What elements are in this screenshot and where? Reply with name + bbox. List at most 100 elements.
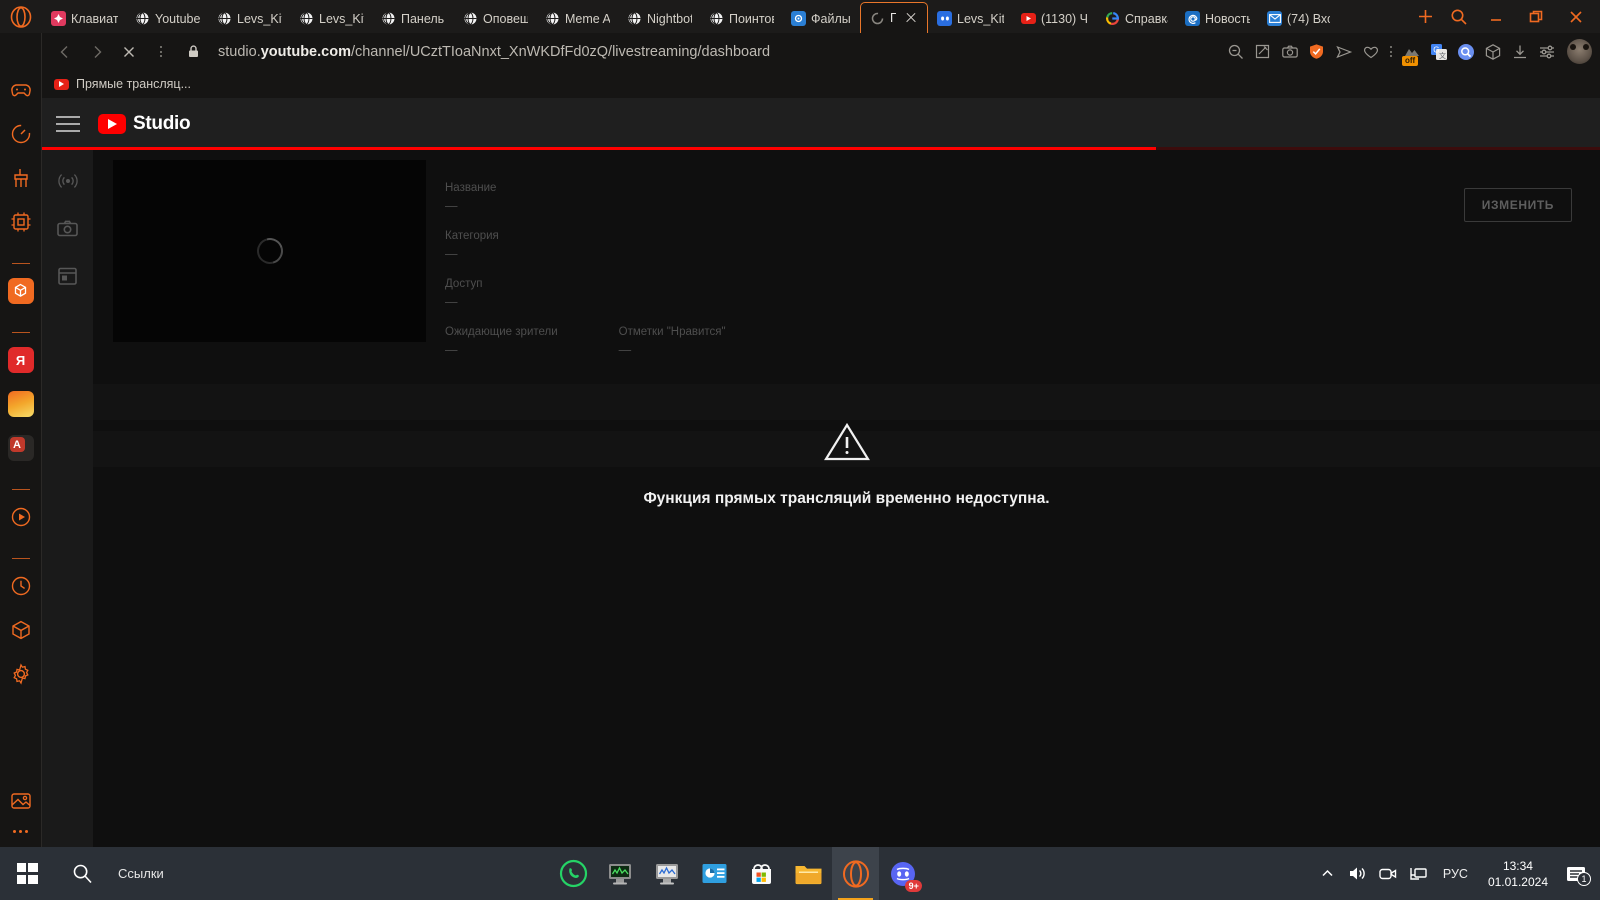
schedule-calendar-icon[interactable]: [55, 262, 81, 288]
opera-taskbar-icon[interactable]: [832, 847, 880, 900]
volume-icon[interactable]: [1343, 847, 1373, 900]
forward-arrow-icon[interactable]: [82, 37, 112, 67]
ad-blocker-shield-icon[interactable]: [1304, 37, 1329, 67]
clock[interactable]: 13:34 01.01.2024: [1478, 858, 1558, 890]
tab-opovescheniya[interactable]: Оповеще: [454, 4, 536, 33]
webcam-icon[interactable]: [55, 215, 81, 241]
close-icon[interactable]: [903, 10, 919, 26]
globe-icon: [545, 11, 560, 26]
show-hidden-icons-icon[interactable]: [1313, 847, 1343, 900]
svg-text:文: 文: [1439, 51, 1446, 60]
stream-info-row: Название — Категория — Доступ — Ожидающи…: [93, 150, 1600, 374]
speed-dial-icon[interactable]: [6, 119, 36, 149]
history-clock-icon[interactable]: [6, 571, 36, 601]
tab-search-icon[interactable]: [1442, 0, 1476, 33]
screen-record-icon[interactable]: [1373, 847, 1403, 900]
edit-button[interactable]: ИЗМЕНИТЬ: [1463, 188, 1572, 222]
overflow-dots-icon[interactable]: [1385, 37, 1397, 67]
back-arrow-icon[interactable]: [50, 37, 80, 67]
new-tab-button[interactable]: [1408, 0, 1442, 33]
cube-extension-icon[interactable]: [1480, 37, 1505, 67]
whatsapp-taskbar-icon[interactable]: [550, 847, 597, 900]
tab-youtube-chat[interactable]: (1130) ЧТ: [1012, 4, 1096, 33]
windows-start-icon[interactable]: [0, 847, 54, 900]
games-icon[interactable]: [6, 75, 36, 105]
tab-novost[interactable]: Новость: [1176, 4, 1258, 33]
search-icon[interactable]: [54, 847, 110, 900]
cleaner-broom-icon[interactable]: [6, 163, 36, 193]
remote-monitor-green-taskbar-icon[interactable]: [597, 847, 644, 900]
network-icon[interactable]: [1403, 847, 1433, 900]
download-icon[interactable]: [1507, 37, 1532, 67]
close-button[interactable]: [1556, 0, 1596, 33]
cpu-limiter-icon[interactable]: [6, 207, 36, 237]
tab-pointy[interactable]: Поинтов: [700, 4, 782, 33]
tab-label: Levs_Kitt: [319, 11, 364, 26]
clock-date: 01.01.2024: [1487, 874, 1548, 889]
google-icon: [1105, 11, 1120, 26]
zoom-out-icon[interactable]: [1223, 37, 1248, 67]
tab-levs-kitty-2[interactable]: Levs_Kitt: [290, 4, 372, 33]
discord-notification-badge: 9+: [905, 880, 923, 892]
sidebar-more-icon[interactable]: [13, 830, 28, 833]
snapshot-camera-icon[interactable]: [1277, 37, 1302, 67]
profile-avatar[interactable]: [1567, 39, 1592, 64]
tab-levs-kitty-1[interactable]: Levs_Kitt: [208, 4, 290, 33]
field-category: Категория —: [445, 230, 499, 261]
image-capture-icon[interactable]: [6, 786, 36, 816]
remote-monitor-blue-taskbar-icon[interactable]: [644, 847, 691, 900]
hamburger-menu-icon[interactable]: [56, 116, 80, 132]
tab-youtube[interactable]: Youtube: [126, 4, 208, 33]
stop-loading-icon[interactable]: [114, 37, 144, 67]
translate-icon[interactable]: A: [6, 433, 36, 463]
bookmark-label: Прямые трансляц...: [76, 77, 191, 91]
stream-broadcast-icon[interactable]: [55, 168, 81, 194]
lock-icon[interactable]: [178, 37, 208, 67]
adguard-extension-icon[interactable]: off: [1399, 37, 1424, 67]
opera-menu-logo[interactable]: [0, 0, 42, 33]
discord-taskbar-icon[interactable]: 9+: [879, 847, 926, 900]
stream-preview[interactable]: [113, 160, 426, 342]
minimize-button[interactable]: [1476, 0, 1516, 33]
tab-label: Новость: [1205, 11, 1250, 26]
player-icon[interactable]: [6, 502, 36, 532]
tab-levs-kitty-discord[interactable]: Levs_Kitt: [928, 4, 1012, 33]
page-menu-dots-icon[interactable]: [146, 37, 176, 67]
studio-main-column: Название — Категория — Доступ — Ожидающи…: [93, 150, 1600, 847]
google-translate-extension-icon[interactable]: G文: [1426, 37, 1451, 67]
settings-gear-icon[interactable]: [6, 659, 36, 689]
url-field[interactable]: studio.youtube.com/channel/UCztTIoaNnxt_…: [210, 44, 1221, 60]
globe-icon: [709, 11, 724, 26]
action-center-icon[interactable]: 1: [1558, 847, 1594, 900]
tab-meme-alerts[interactable]: Meme Al: [536, 4, 618, 33]
stream-unavailable-error: Функция прямых трансляций временно недос…: [93, 422, 1600, 508]
easy-setup-sliders-icon[interactable]: [1534, 37, 1559, 67]
file-explorer-taskbar-icon[interactable]: [785, 847, 832, 900]
chatgpt-icon[interactable]: [6, 276, 36, 306]
yandex-icon[interactable]: Я: [6, 345, 36, 375]
vpn-send-icon[interactable]: [1331, 37, 1356, 67]
tab-pryamye-translyacii-active[interactable]: Прям: [860, 2, 928, 33]
discord-icon: [937, 11, 952, 26]
tab-panel[interactable]: Панель у: [372, 4, 454, 33]
links-toolbar-label[interactable]: Ссылки: [110, 866, 164, 881]
tab-nightbot[interactable]: Nightbot: [618, 4, 700, 33]
tab-klaviatura[interactable]: Клавиату: [42, 4, 126, 33]
blue-circle-extension-icon[interactable]: [1453, 37, 1478, 67]
bookmark-item-pryamye-translyacii[interactable]: Прямые трансляц...: [54, 77, 191, 91]
tab-vhod-mail[interactable]: (74) Вход: [1258, 4, 1338, 33]
loading-spinner: [251, 233, 288, 269]
mail-icon[interactable]: [6, 389, 36, 419]
youtube-logo-icon: [98, 114, 126, 134]
restore-button[interactable]: [1516, 0, 1556, 33]
microsoft-store-taskbar-icon[interactable]: [738, 847, 785, 900]
language-indicator[interactable]: РУС: [1433, 867, 1478, 881]
presentation-app-taskbar-icon[interactable]: [691, 847, 738, 900]
studio-logo[interactable]: Studio: [98, 113, 191, 135]
tab-files[interactable]: Файлы | /: [782, 4, 860, 33]
heart-icon[interactable]: [1358, 37, 1383, 67]
pin-note-icon[interactable]: [1250, 37, 1275, 67]
sidebar-divider: [11, 332, 30, 333]
extensions-cube-icon[interactable]: [6, 615, 36, 645]
tab-spravka[interactable]: Справка: [1096, 4, 1176, 33]
